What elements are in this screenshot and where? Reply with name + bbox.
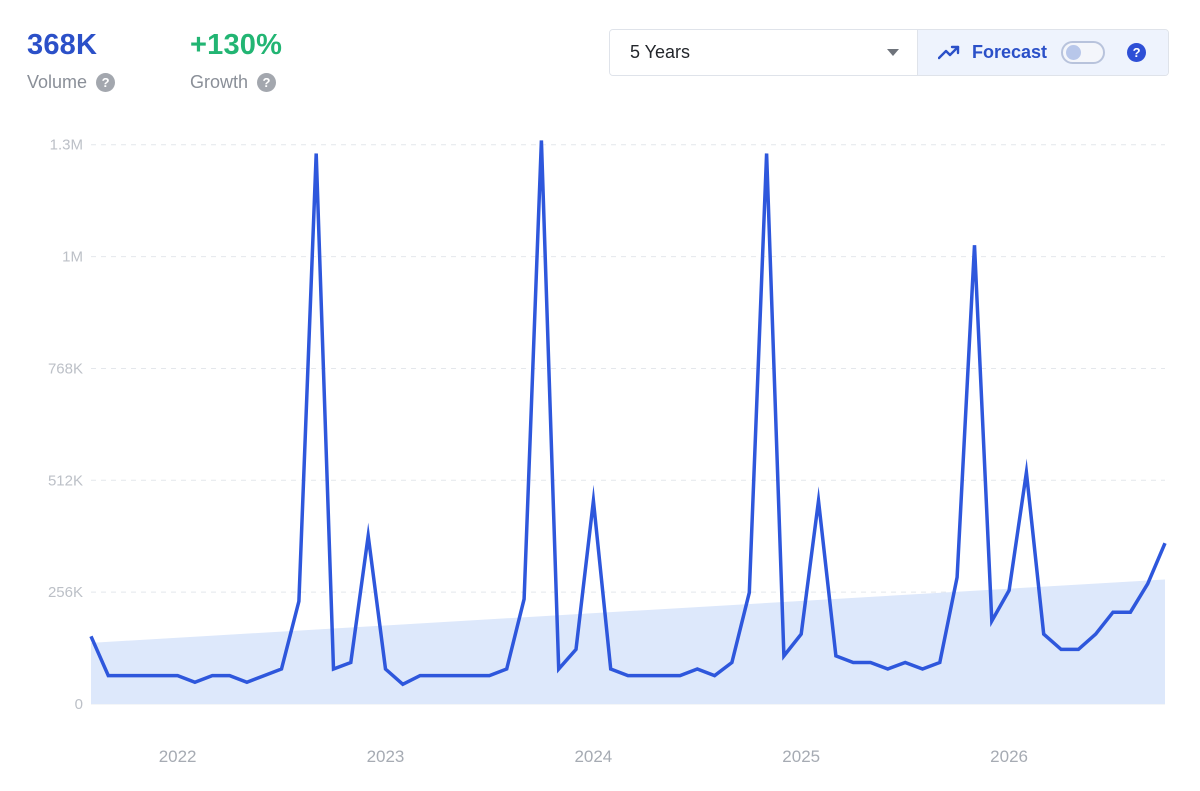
y-tick-label: 1.3M xyxy=(50,137,83,154)
data-point[interactable] xyxy=(692,664,702,674)
y-tick-label: 256K xyxy=(48,584,83,601)
data-point[interactable] xyxy=(1056,644,1066,654)
data-point[interactable] xyxy=(155,671,165,681)
data-point[interactable] xyxy=(1108,607,1118,617)
data-point[interactable] xyxy=(640,671,650,681)
data-point[interactable] xyxy=(415,671,425,681)
data-point[interactable] xyxy=(727,657,737,667)
data-point[interactable] xyxy=(398,679,408,689)
data-point[interactable] xyxy=(710,671,720,681)
data-point[interactable] xyxy=(432,671,442,681)
data-point[interactable] xyxy=(1021,467,1031,477)
data-point[interactable] xyxy=(380,664,390,674)
data-point[interactable] xyxy=(623,671,633,681)
data-point[interactable] xyxy=(658,671,668,681)
data-point[interactable] xyxy=(779,651,789,661)
data-point[interactable] xyxy=(814,496,824,506)
y-tick-label: 512K xyxy=(48,472,83,489)
x-tick-label: 2023 xyxy=(367,747,405,766)
data-point[interactable] xyxy=(571,644,581,654)
x-tick-label: 2024 xyxy=(574,747,612,766)
data-point[interactable] xyxy=(952,572,962,582)
data-point[interactable] xyxy=(1039,629,1049,639)
y-tick-label: 0 xyxy=(75,696,83,713)
data-point[interactable] xyxy=(1125,607,1135,617)
x-tick-label: 2025 xyxy=(782,747,820,766)
data-point[interactable] xyxy=(225,671,235,681)
data-point[interactable] xyxy=(138,671,148,681)
data-point[interactable] xyxy=(762,148,772,158)
data-point[interactable] xyxy=(363,531,373,541)
data-point[interactable] xyxy=(935,657,945,667)
data-point[interactable] xyxy=(883,664,893,674)
data-point[interactable] xyxy=(536,135,546,145)
data-point[interactable] xyxy=(311,148,321,158)
data-point[interactable] xyxy=(588,496,598,506)
data-point[interactable] xyxy=(796,629,806,639)
data-point[interactable] xyxy=(554,664,564,674)
data-point[interactable] xyxy=(866,657,876,667)
data-point[interactable] xyxy=(969,240,979,250)
data-point[interactable] xyxy=(103,671,113,681)
data-point[interactable] xyxy=(207,671,217,681)
data-point[interactable] xyxy=(450,671,460,681)
data-point[interactable] xyxy=(173,671,183,681)
data-point[interactable] xyxy=(848,657,858,667)
x-tick-label: 2022 xyxy=(159,747,197,766)
volume-chart: 0 256K 512K 768K 1M 1.3M 2022 2023 2024 2025 2026 xyxy=(48,135,1170,766)
y-tick-label: 1M xyxy=(62,249,83,266)
data-point[interactable] xyxy=(917,664,927,674)
y-tick-label: 768K xyxy=(48,360,83,377)
data-point[interactable] xyxy=(900,657,910,667)
data-point[interactable] xyxy=(259,671,269,681)
data-point[interactable] xyxy=(831,651,841,661)
data-point[interactable] xyxy=(121,671,131,681)
data-point[interactable] xyxy=(242,677,252,687)
volume-series-line xyxy=(89,140,1167,687)
data-point[interactable] xyxy=(467,671,477,681)
data-point[interactable] xyxy=(675,671,685,681)
data-point[interactable] xyxy=(1004,585,1014,595)
data-point[interactable] xyxy=(1073,644,1083,654)
x-tick-label: 2026 xyxy=(990,747,1028,766)
data-point[interactable] xyxy=(277,664,287,674)
data-point[interactable] xyxy=(987,616,997,626)
data-point[interactable] xyxy=(1143,579,1153,589)
data-point[interactable] xyxy=(502,664,512,674)
data-point[interactable] xyxy=(1160,538,1170,548)
data-point[interactable] xyxy=(1091,629,1101,639)
data-point[interactable] xyxy=(744,588,754,598)
data-point[interactable] xyxy=(519,594,529,604)
data-point[interactable] xyxy=(346,657,356,667)
data-point[interactable] xyxy=(606,664,616,674)
data-point[interactable] xyxy=(294,596,304,606)
data-point[interactable] xyxy=(190,677,200,687)
data-point[interactable] xyxy=(484,671,494,681)
data-point[interactable] xyxy=(329,664,339,674)
data-point[interactable] xyxy=(86,631,96,641)
